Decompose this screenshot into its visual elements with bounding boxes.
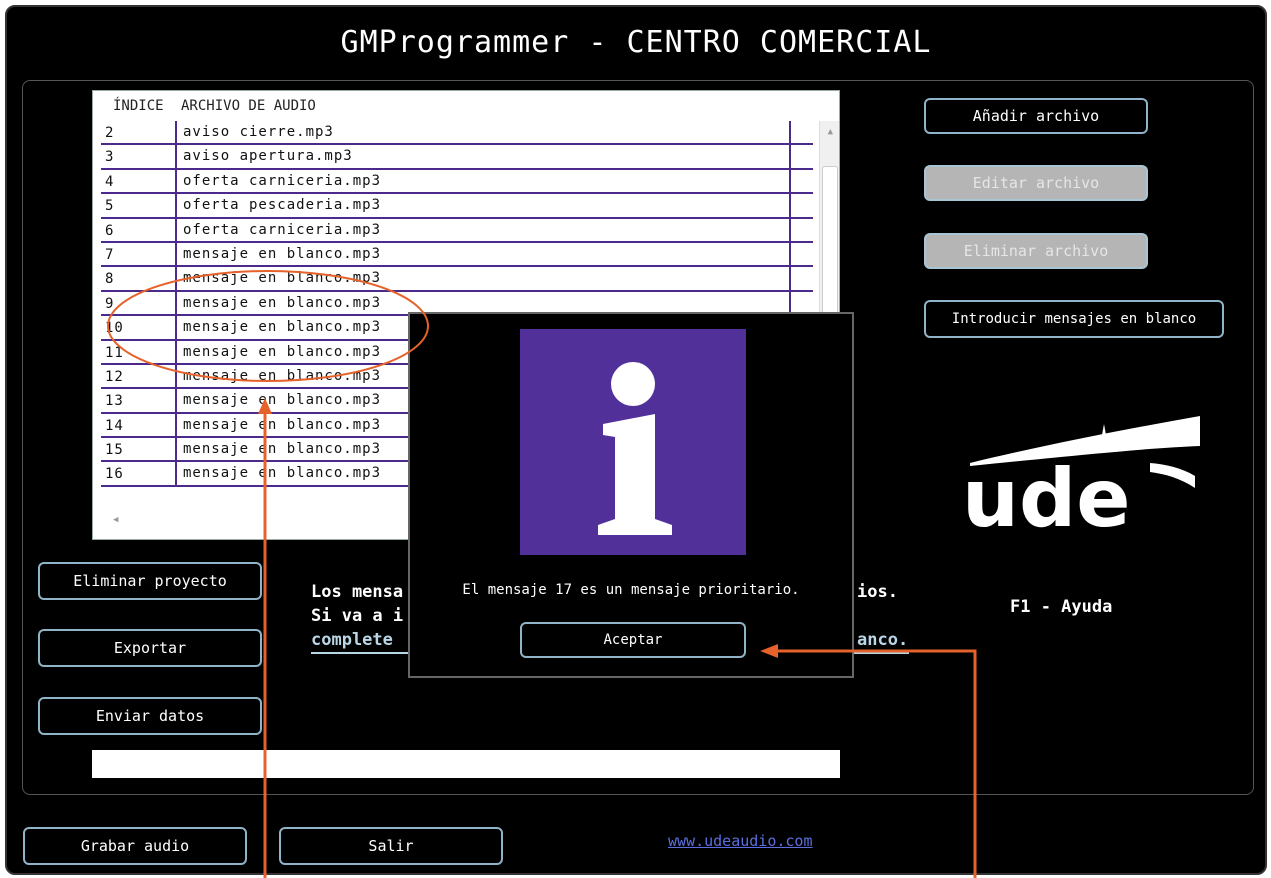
- row-file-name: mensaje en blanco.mp3: [183, 294, 382, 311]
- info-dialog: El mensaje 17 es un mensaje prioritario.…: [408, 312, 854, 678]
- row-index: 11: [105, 344, 124, 361]
- column-separator: [175, 413, 177, 439]
- row-index: 2: [105, 125, 115, 141]
- row-index: 3: [105, 149, 115, 166]
- row-index: 8: [105, 271, 115, 288]
- column-separator: [175, 340, 177, 365]
- row-index: 10: [105, 320, 124, 337]
- message-line3-start: complete: [311, 630, 393, 650]
- column-separator: [789, 145, 791, 170]
- row-index: 12: [105, 368, 124, 385]
- column-separator: [175, 364, 177, 390]
- message-line1-start: Los mensa: [311, 582, 404, 602]
- row-file-name: mensaje en blanco.mp3: [183, 245, 382, 262]
- row-file-name: mensaje en blanco.mp3: [183, 343, 382, 360]
- scroll-left-arrow-icon[interactable]: ◀: [113, 515, 118, 525]
- message-line3-end: anco.: [857, 630, 909, 650]
- edit-file-button[interactable]: Editar archivo: [924, 165, 1148, 201]
- table-row[interactable]: 3 aviso apertura.mp3: [101, 145, 813, 170]
- column-separator: [789, 121, 791, 146]
- column-separator: [175, 194, 177, 219]
- row-file-name: oferta carniceria.mp3: [183, 172, 382, 189]
- row-index: 15: [105, 442, 124, 459]
- ok-button[interactable]: Aceptar: [520, 622, 746, 658]
- message-line2-start: Si va a i: [311, 606, 404, 626]
- column-separator: [789, 242, 791, 268]
- column-separator: [175, 462, 177, 487]
- column-separator: [175, 438, 177, 463]
- column-separator: [789, 218, 791, 243]
- row-file-name: mensaje en blanco.mp3: [183, 392, 382, 409]
- table-row[interactable]: 2 aviso cierre.mp3: [101, 121, 813, 146]
- row-index: 7: [105, 246, 115, 263]
- delete-file-button[interactable]: Eliminar archivo: [924, 233, 1148, 269]
- record-audio-button[interactable]: Grabar audio: [23, 827, 247, 865]
- column-separator: [789, 169, 791, 195]
- message-line1-end: ios.: [857, 582, 898, 602]
- column-separator: [789, 194, 791, 219]
- help-label: F1 - Ayuda: [1010, 597, 1113, 617]
- add-file-button[interactable]: Añadir archivo: [924, 98, 1148, 134]
- row-index: 16: [105, 466, 124, 483]
- column-separator: [175, 242, 177, 268]
- column-separator: [175, 291, 177, 317]
- table-row[interactable]: 6 oferta carniceria.mp3: [101, 218, 813, 243]
- row-index: 6: [105, 222, 115, 239]
- row-index: 9: [105, 295, 115, 312]
- column-separator: [175, 121, 177, 146]
- row-file-name: mensaje en blanco.mp3: [183, 319, 382, 336]
- scrollbar-thumb[interactable]: [822, 166, 838, 331]
- scroll-up-arrow-icon[interactable]: ▲: [828, 127, 833, 137]
- table-row[interactable]: 7 mensaje en blanco.mp3: [101, 242, 813, 268]
- column-header-file: ARCHIVO DE AUDIO: [181, 98, 316, 114]
- column-separator: [175, 169, 177, 195]
- row-file-name: mensaje en blanco.mp3: [183, 465, 382, 482]
- delete-project-button[interactable]: Eliminar proyecto: [38, 562, 262, 600]
- dialog-message: El mensaje 17 es un mensaje prioritario.: [462, 582, 800, 598]
- window-title: GMProgrammer - CENTRO COMERCIAL: [340, 25, 932, 60]
- column-separator: [789, 267, 791, 292]
- progress-bar: [92, 750, 840, 778]
- info-icon: [520, 329, 746, 555]
- row-file-name: oferta pescaderia.mp3: [183, 197, 382, 214]
- row-file-name: mensaje en blanco.mp3: [183, 441, 382, 458]
- row-file-name: mensaje en blanco.mp3: [183, 367, 382, 384]
- column-separator: [175, 145, 177, 170]
- row-index: 5: [105, 198, 115, 215]
- table-row[interactable]: 4 oferta carniceria.mp3: [101, 169, 813, 195]
- row-file-name: oferta carniceria.mp3: [183, 221, 382, 238]
- column-separator: [175, 316, 177, 341]
- table-row[interactable]: 8 mensaje en blanco.mp3: [101, 267, 813, 292]
- row-index: 13: [105, 393, 124, 410]
- row-index: 4: [105, 173, 115, 190]
- export-button[interactable]: Exportar: [38, 629, 262, 667]
- logo-wordmark: ude: [962, 452, 1130, 538]
- table-header: ÍNDICE ARCHIVO DE AUDIO: [93, 91, 839, 121]
- website-link[interactable]: www.udeaudio.com: [668, 832, 813, 850]
- row-file-name: mensaje en blanco.mp3: [183, 270, 382, 287]
- row-file-name: aviso apertura.mp3: [183, 148, 353, 165]
- column-separator: [175, 389, 177, 414]
- column-separator: [175, 218, 177, 243]
- column-header-index: ÍNDICE: [113, 98, 164, 114]
- column-separator: [175, 267, 177, 292]
- send-data-button[interactable]: Enviar datos: [38, 697, 262, 735]
- row-index: 14: [105, 417, 124, 434]
- ude-logo: ude: [962, 416, 1200, 538]
- table-row[interactable]: 5 oferta pescaderia.mp3: [101, 194, 813, 219]
- exit-button[interactable]: Salir: [279, 827, 503, 865]
- row-file-name: aviso cierre.mp3: [183, 124, 334, 140]
- row-file-name: mensaje en blanco.mp3: [183, 416, 382, 433]
- insert-blank-messages-button[interactable]: Introducir mensajes en blanco: [924, 300, 1224, 338]
